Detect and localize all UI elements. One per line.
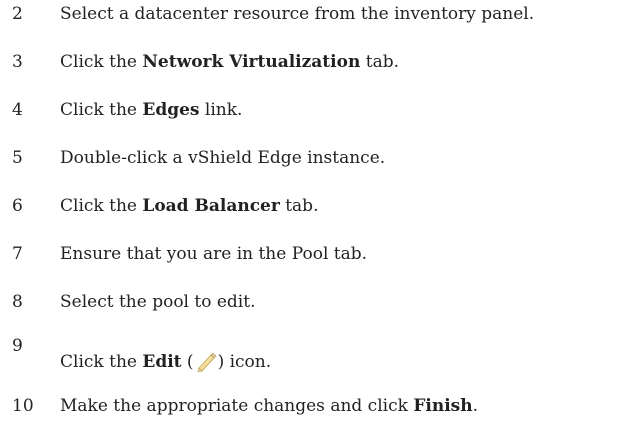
step-8: 8 Select the pool to edit. bbox=[0, 292, 630, 322]
step-text: Select a datacenter resource from the in… bbox=[60, 4, 534, 24]
step-text-post: ) icon. bbox=[217, 352, 272, 372]
step-text: Click the Network Virtualization tab. bbox=[60, 52, 399, 72]
step-text-post: tab. bbox=[360, 52, 399, 72]
step-text-pre: Click the bbox=[60, 352, 143, 372]
step-4: 4 Click the Edges link. bbox=[0, 100, 630, 130]
step-10: 10 Make the appropriate changes and clic… bbox=[0, 396, 630, 426]
step-text-body: Double-click a vShield Edge instance. bbox=[60, 148, 386, 168]
step-text: Select the pool to edit. bbox=[60, 292, 255, 312]
step-number: 7 bbox=[12, 244, 23, 264]
step-9: 9 Click the Edit ( ) icon. bbox=[0, 336, 630, 380]
step-text-body: Select a datacenter resource from the in… bbox=[60, 4, 535, 24]
step-number: 9 bbox=[12, 336, 23, 356]
step-text: Click the Edit ( ) icon. bbox=[60, 350, 272, 373]
step-text-pre: Click the bbox=[60, 100, 143, 120]
pencil-icon bbox=[195, 350, 217, 373]
step-text-body: Select the pool to edit. bbox=[60, 292, 256, 312]
step-text: Make the appropriate changes and click F… bbox=[60, 396, 478, 416]
step-3: 3 Click the Network Virtualization tab. bbox=[0, 52, 630, 82]
step-text-body: Ensure that you are in the Pool tab. bbox=[60, 244, 368, 264]
step-number: 4 bbox=[12, 100, 23, 120]
ui-term: Edges bbox=[142, 100, 200, 120]
step-text: Ensure that you are in the Pool tab. bbox=[60, 244, 367, 264]
step-text: Click the Edges link. bbox=[60, 100, 242, 120]
step-number: 10 bbox=[12, 396, 34, 416]
step-5: 5 Double-click a vShield Edge instance. bbox=[0, 148, 630, 178]
step-text-pre: Click the bbox=[60, 52, 143, 72]
ui-term: Load Balancer bbox=[142, 196, 280, 216]
step-text-post: . bbox=[472, 396, 478, 416]
step-number: 3 bbox=[12, 52, 23, 72]
ui-term: Finish bbox=[413, 396, 473, 416]
step-7: 7 Ensure that you are in the Pool tab. bbox=[0, 244, 630, 274]
procedure-steps: 2 Select a datacenter resource from the … bbox=[0, 0, 630, 432]
ui-term: Network Virtualization bbox=[142, 52, 361, 72]
step-text-post: tab. bbox=[279, 196, 319, 216]
step-text-pre: Make the appropriate changes and click bbox=[60, 396, 414, 416]
step-text-paren: ( bbox=[181, 352, 194, 372]
step-text: Click the Load Balancer tab. bbox=[60, 196, 318, 216]
ui-term: Edit bbox=[142, 352, 182, 372]
step-2: 2 Select a datacenter resource from the … bbox=[0, 4, 630, 34]
step-number: 2 bbox=[12, 4, 23, 24]
step-number: 5 bbox=[12, 148, 23, 168]
step-6: 6 Click the Load Balancer tab. bbox=[0, 196, 630, 226]
step-text-pre: Click the bbox=[60, 196, 143, 216]
step-number: 6 bbox=[12, 196, 23, 216]
step-number: 8 bbox=[12, 292, 23, 312]
step-text-post: link. bbox=[199, 100, 243, 120]
step-text: Double-click a vShield Edge instance. bbox=[60, 148, 385, 168]
